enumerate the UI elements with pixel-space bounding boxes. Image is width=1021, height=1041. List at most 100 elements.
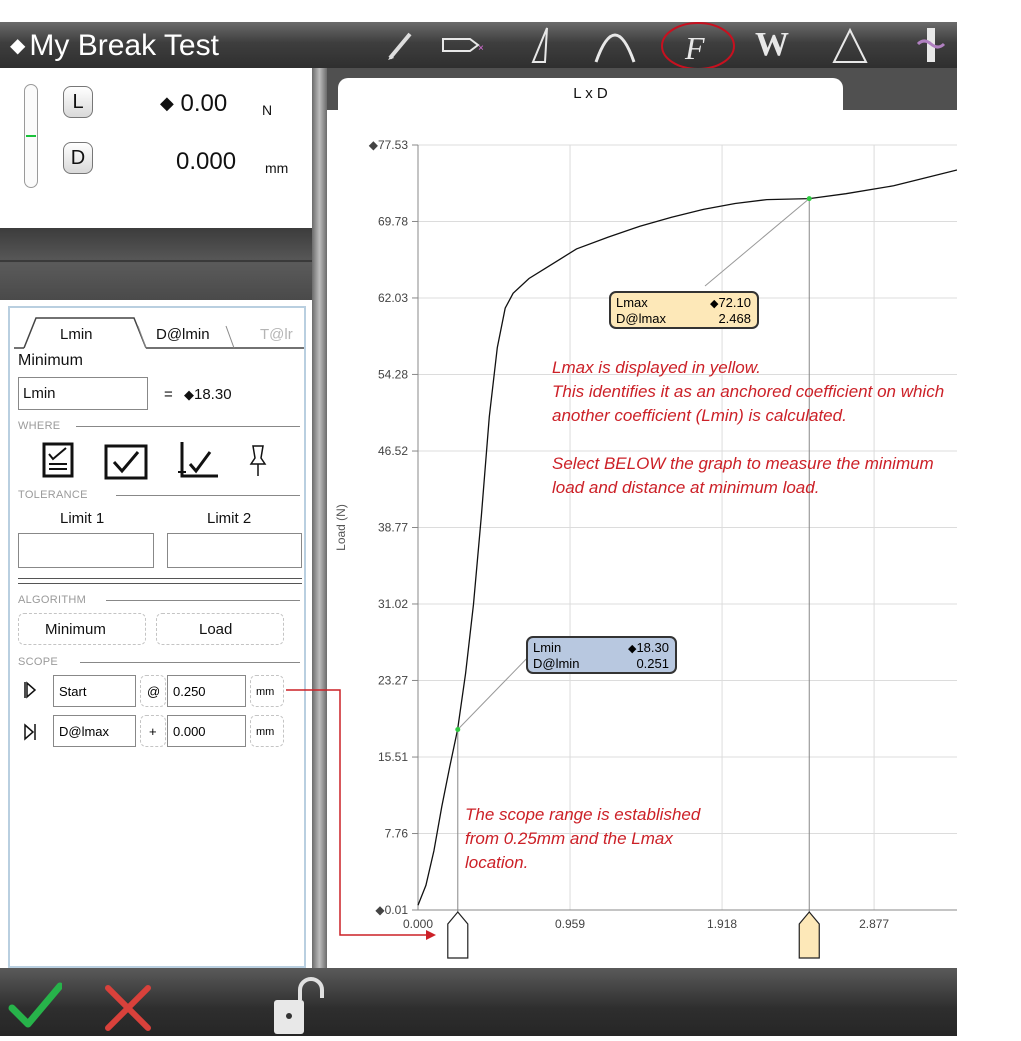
lmax-value: 72.10 — [718, 295, 751, 310]
test-title[interactable]: ◆ My Break Test — [10, 26, 219, 66]
tab-d-at-lmin[interactable]: D@lmin — [156, 326, 210, 343]
scope-connector-arrow — [286, 689, 436, 940]
lmax-point — [806, 196, 812, 202]
y-tick-label: 31.02 — [378, 597, 408, 611]
load-distance-line — [417, 169, 957, 906]
y-tick-label: 69.78 — [378, 214, 408, 228]
result-readout: ◆18.30 — [184, 386, 232, 403]
section-double-divider — [18, 578, 302, 584]
scope-divider — [80, 662, 300, 663]
limit1-label: Limit 1 — [60, 510, 105, 527]
distance-value: 0.000 — [176, 148, 237, 175]
y-tick-label: ◆77.53 — [369, 138, 409, 152]
load-value: 0.00 — [180, 90, 228, 117]
annotation-line: Lmax is displayed in yellow. — [552, 358, 761, 377]
unlock-icon[interactable] — [270, 976, 326, 1041]
scope-start-op[interactable]: @ — [140, 675, 166, 707]
left-gray-band — [0, 228, 312, 300]
annotation-line: The scope range is established — [465, 805, 701, 824]
lmin-callout[interactable]: Lmin ◆18.30 D@lmin 0.251 — [526, 636, 677, 674]
d-at-lmin-label: D@lmin — [533, 656, 580, 671]
coefficient-name-input[interactable]: Lmin — [18, 377, 148, 410]
pin-icon[interactable] — [248, 444, 268, 483]
scope-end-unit[interactable]: mm — [250, 715, 284, 747]
y-axis-label: Load (N) — [334, 504, 348, 551]
scope-end-ref[interactable]: D@lmax — [53, 715, 136, 747]
load-unit: N — [262, 102, 273, 118]
annotation-line: location. — [465, 853, 529, 872]
pencil-icon[interactable] — [380, 22, 420, 68]
lmin-leader-line — [457, 649, 536, 730]
scope-label: SCOPE — [18, 656, 59, 668]
d-at-lmin-value: 0.251 — [636, 656, 669, 671]
limit1-input[interactable] — [18, 533, 154, 568]
lmax-readout: ◆72.10 — [710, 295, 751, 310]
scope-start-ref[interactable]: Start — [53, 675, 136, 707]
limit2-input[interactable] — [167, 533, 302, 568]
where-all-icon[interactable] — [42, 442, 74, 483]
y-tick-label: 38.77 — [378, 521, 408, 535]
cancel-icon[interactable] — [104, 984, 152, 1037]
where-graph-icon[interactable] — [176, 440, 220, 485]
annotation-line: from 0.25mm and the Lmax — [465, 829, 673, 848]
marker-icon[interactable]: × — [438, 22, 488, 68]
work-icon[interactable]: W — [748, 22, 796, 68]
annotation-line: This identifies it as an anchored coeffi… — [552, 382, 945, 401]
algorithm-heading: Minimum — [18, 352, 83, 369]
load-channel-button[interactable]: L — [63, 86, 93, 118]
lmin-readout: ◆18.30 — [628, 640, 669, 655]
delta-icon[interactable] — [828, 22, 872, 68]
tolerance-label: TOLERANCE — [18, 489, 88, 501]
break-icon[interactable] — [916, 22, 946, 68]
peak-icon[interactable] — [592, 22, 638, 68]
lmax-handle — [798, 911, 820, 959]
limit2-label: Limit 2 — [207, 510, 252, 527]
coefficient-icon[interactable]: F — [660, 22, 736, 74]
position-slider[interactable] — [24, 84, 38, 188]
annotation-line: Select BELOW the graph to measure the mi… — [552, 454, 934, 473]
sort-arrows-icon: ◆ — [184, 387, 194, 402]
tab-lmin[interactable]: Lmin — [60, 326, 93, 343]
y-tick-label: 54.28 — [378, 367, 408, 381]
algorithm-label: ALGORITHM — [18, 594, 87, 606]
lmin-value: 18.30 — [636, 640, 669, 655]
sort-arrows-icon: ◆ — [160, 93, 174, 113]
scope-end-icon[interactable] — [23, 722, 37, 747]
channel-value: Load — [199, 621, 233, 638]
scope-start-ref-value: Start — [59, 684, 87, 699]
scope-annotation: The scope range is established from 0.25… — [465, 803, 700, 875]
y-tick-label: 62.03 — [378, 291, 408, 305]
scope-end-offset-input[interactable]: 0.000 — [167, 715, 246, 747]
scope-end-op[interactable]: + — [140, 715, 166, 747]
chart-tab[interactable]: L x D — [338, 78, 843, 112]
x-tick-label: 1.918 — [707, 917, 737, 931]
accept-icon[interactable] — [8, 982, 64, 1035]
lmax-callout[interactable]: Lmax ◆72.10 D@lmax 2.468 — [609, 291, 759, 329]
annotation-line: another coefficient (Lmin) is calculated… — [552, 406, 847, 425]
where-divider — [76, 426, 300, 427]
algorithm-value: Minimum — [45, 621, 106, 638]
load-readout: ◆ 0.00 — [160, 90, 227, 118]
annotation-note: Lmax is displayed in yellow. This identi… — [552, 356, 944, 500]
channel-select[interactable]: Load — [156, 613, 284, 645]
algorithm-select[interactable]: Minimum — [18, 613, 146, 645]
where-checked-icon[interactable] — [104, 444, 150, 485]
distance-channel-button[interactable]: D — [63, 142, 93, 174]
scope-start-unit-value: mm — [256, 686, 275, 698]
lmax-label: Lmax — [616, 295, 648, 310]
slope-icon[interactable] — [525, 22, 555, 68]
scope-end-unit-value: mm — [256, 726, 275, 738]
svg-text:F: F — [684, 30, 705, 66]
scope-end-op-value: + — [149, 724, 157, 739]
d-at-lmax-value: 2.468 — [718, 311, 751, 326]
slider-indicator — [26, 135, 36, 137]
scope-start-icon[interactable] — [23, 680, 37, 705]
result-value: 18.30 — [194, 386, 232, 403]
tab-t-at-lr[interactable]: T@lr — [260, 326, 293, 343]
scope-start-unit[interactable]: mm — [250, 675, 284, 707]
coefficient-name-value: Lmin — [23, 385, 56, 402]
sort-arrows-icon: ◆ — [10, 35, 26, 57]
lmax-leader-line — [704, 198, 810, 287]
scope-start-offset-input[interactable]: 0.250 — [167, 675, 246, 707]
scope-start-op-value: @ — [147, 684, 161, 699]
